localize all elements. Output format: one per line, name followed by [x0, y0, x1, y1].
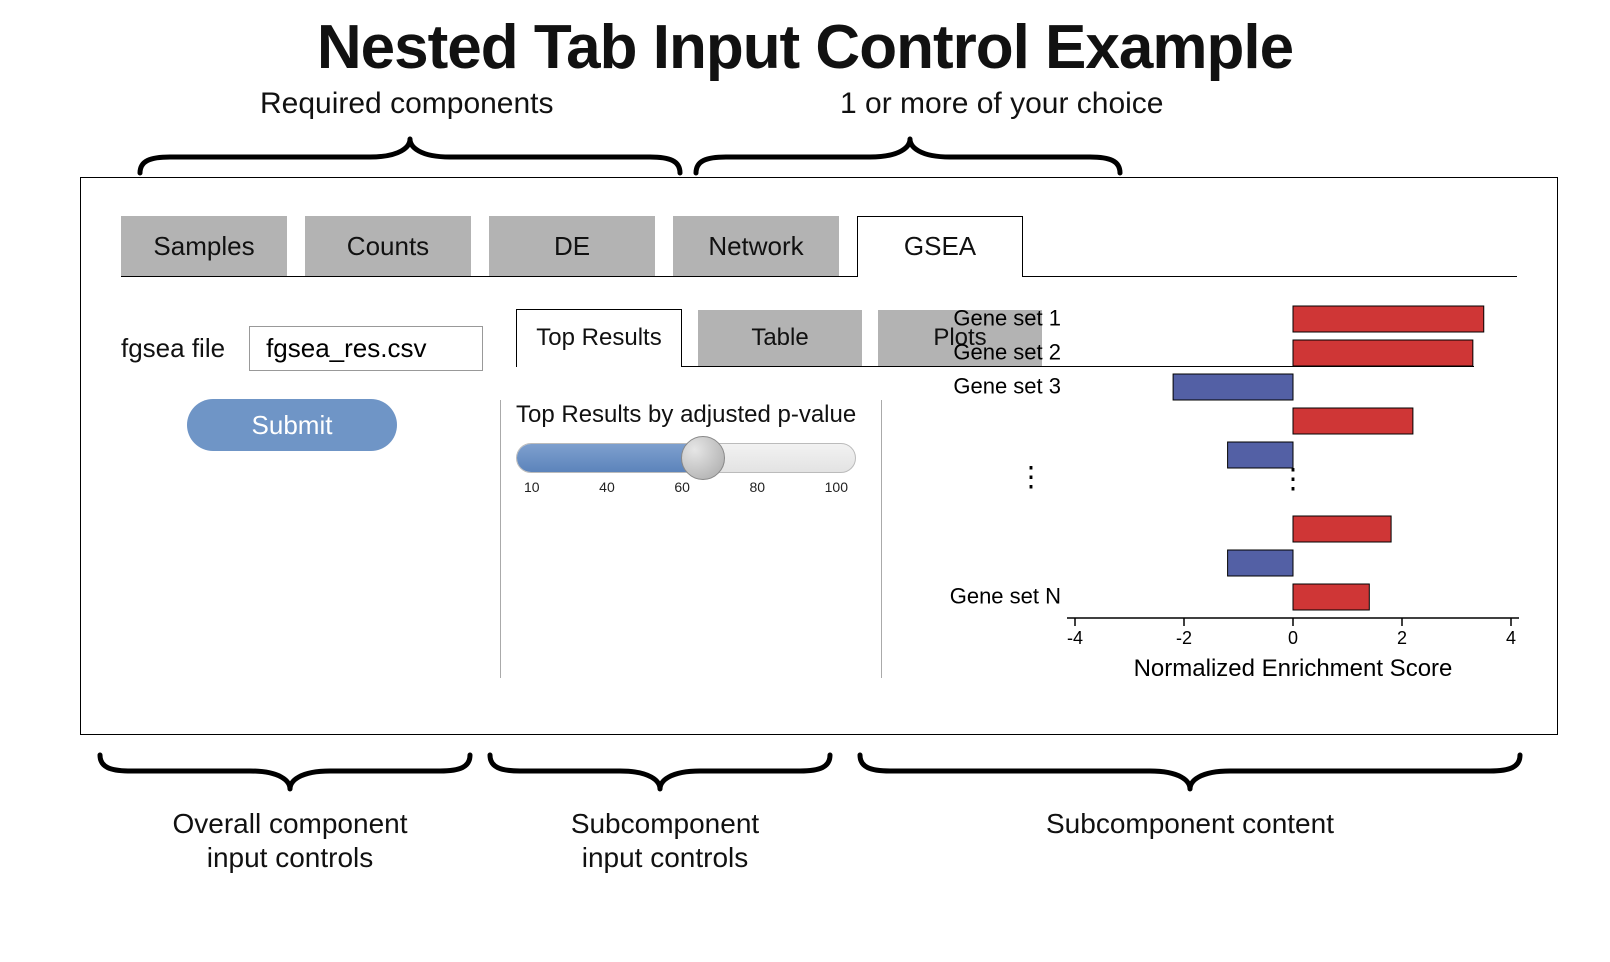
svg-text:⋮: ⋮: [1279, 463, 1307, 494]
fgsea-file-input[interactable]: [249, 326, 483, 371]
fgsea-file-label: fgsea file: [121, 333, 225, 364]
svg-text:⋮: ⋮: [1017, 461, 1045, 492]
top-annotation-row: Required components 1 or more of your ch…: [0, 87, 1610, 177]
svg-text:-4: -4: [1067, 628, 1083, 648]
bottom-annotation-row: Overall componentinput controls Subcompo…: [0, 745, 1610, 895]
slider-tick: 60: [674, 479, 690, 495]
panel-content: fgsea file Submit Top Results Table Plot…: [121, 290, 1517, 718]
slider-title: Top Results by adjusted p-value: [516, 401, 874, 429]
subtab-top-results[interactable]: Top Results: [516, 309, 682, 366]
chart-svg: Gene set 1 Gene set 2 Gene set 3 ⋮ ⋮ Gene set…: [891, 298, 1531, 718]
pvalue-slider[interactable]: [516, 443, 856, 473]
slider-tick: 80: [749, 479, 765, 495]
main-panel: Samples Counts DE Network GSEA fgsea fil…: [80, 177, 1558, 735]
column-divider-2: [881, 400, 882, 678]
label-one-or-more: 1 or more of your choice: [840, 87, 1163, 121]
label-required-components: Required components: [260, 87, 554, 121]
slider-tick: 100: [825, 479, 848, 495]
slider-knob[interactable]: [681, 436, 725, 480]
svg-text:-2: -2: [1176, 628, 1192, 648]
nes-bar-chart: Gene set 1 Gene set 2 Gene set 3 ⋮ ⋮ Gene set…: [891, 290, 1517, 718]
annotation-braces-top: [0, 123, 1610, 183]
subcomponent-input-controls: Top Results Table Plots Top Results by a…: [516, 290, 874, 718]
slider-fill: [517, 444, 703, 472]
svg-text:0: 0: [1288, 628, 1298, 648]
tab-samples[interactable]: Samples: [121, 216, 287, 276]
svg-text:Gene set 3: Gene set 3: [953, 374, 1061, 399]
subtab-table[interactable]: Table: [698, 310, 862, 366]
svg-text:Gene set 1: Gene set 1: [953, 306, 1061, 331]
svg-text:2: 2: [1397, 628, 1407, 648]
submit-button[interactable]: Submit: [187, 399, 397, 451]
subcomponent-content: Gene set 1 Gene set 2 Gene set 3 ⋮ ⋮ Gene set…: [891, 290, 1517, 718]
svg-text:Normalized Enrichment Score: Normalized Enrichment Score: [1134, 655, 1453, 682]
svg-text:Gene set N: Gene set N: [950, 584, 1061, 609]
slider-tick: 10: [524, 479, 540, 495]
tab-network[interactable]: Network: [673, 216, 839, 276]
main-tabs: Samples Counts DE Network GSEA: [121, 196, 1517, 277]
annotation-braces-bottom: [0, 745, 1610, 805]
slider-ticks: 10 40 60 80 100: [516, 479, 856, 495]
svg-text:4: 4: [1506, 628, 1516, 648]
label-overall-inputs: Overall componentinput controls: [165, 807, 415, 874]
label-subcomponent-inputs: Subcomponentinput controls: [555, 807, 775, 874]
tab-de[interactable]: DE: [489, 216, 655, 276]
overall-input-controls: fgsea file Submit: [121, 290, 491, 718]
label-subcomponent-content: Subcomponent content: [1030, 807, 1350, 841]
column-divider-1: [500, 400, 501, 678]
tab-gsea[interactable]: GSEA: [857, 216, 1023, 276]
page-title: Nested Tab Input Control Example: [0, 12, 1610, 83]
tab-counts[interactable]: Counts: [305, 216, 471, 276]
slider-tick: 40: [599, 479, 615, 495]
svg-text:Gene set 2: Gene set 2: [953, 340, 1061, 365]
